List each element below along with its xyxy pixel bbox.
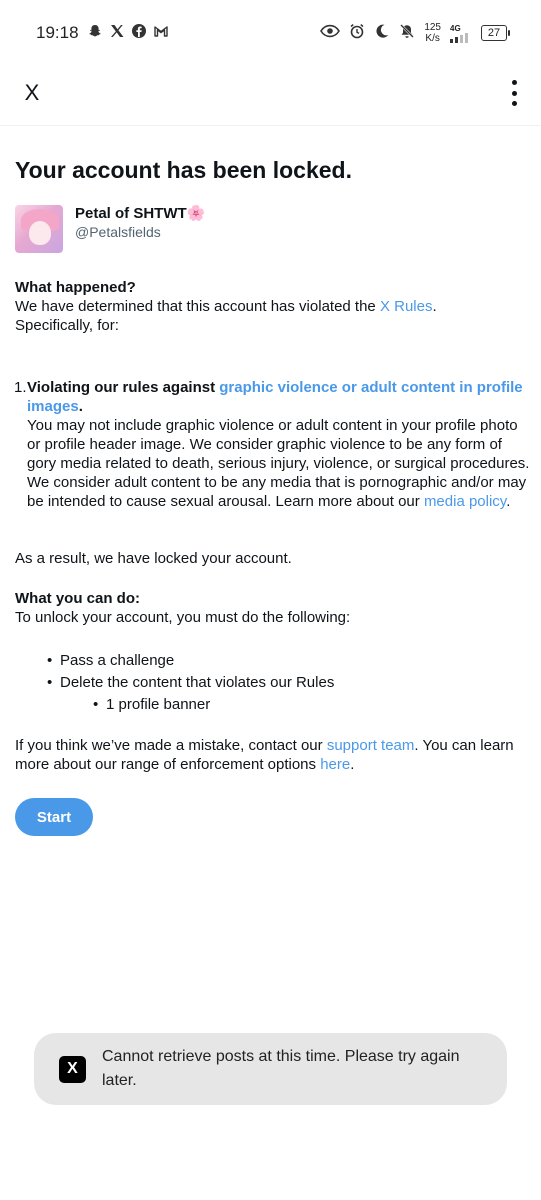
facebook-icon <box>131 23 147 44</box>
list-item: Delete the content that violates our Rul… <box>47 673 530 714</box>
moon-icon <box>374 23 390 44</box>
unlock-steps-list: Pass a challenge Delete the content that… <box>15 651 530 714</box>
what-happened-text: We have determined that this account has… <box>15 298 437 334</box>
network-speed: 125 K/s <box>424 22 441 44</box>
mistake-text: If you think we’ve made a mistake, conta… <box>15 737 514 773</box>
violation-item: 1. Violating our rules against graphic v… <box>14 379 530 510</box>
what-you-can-do-section: What you can do: To unlock your account,… <box>15 589 530 627</box>
x-icon <box>109 23 125 44</box>
violations-list: 1. Violating our rules against graphic v… <box>14 378 530 511</box>
media-policy-link[interactable]: media policy <box>424 493 506 510</box>
status-bar: 19:18 125 K/s 4G 27 <box>0 0 541 66</box>
signal-icon: 4G <box>450 24 472 43</box>
gmail-icon <box>153 23 169 44</box>
unlock-instructions: To unlock your account, you must do the … <box>15 609 351 626</box>
mute-bell-icon <box>399 23 415 44</box>
page-title: Your account has been locked. <box>15 157 352 183</box>
profile-card: Petal of SHTWT🌸 @Petalsfields <box>15 205 530 253</box>
what-you-can-do-title: What you can do: <box>15 590 140 607</box>
clock: 19:18 <box>36 23 79 42</box>
profile-name: Petal of SHTWT🌸 <box>75 205 206 222</box>
eye-icon <box>320 23 341 44</box>
list-item: Pass a challenge <box>47 651 530 670</box>
alarm-icon <box>349 23 365 44</box>
x-rules-link[interactable]: X Rules <box>380 298 433 315</box>
avatar <box>15 205 63 253</box>
support-team-link[interactable]: support team <box>327 737 415 754</box>
start-button[interactable]: Start <box>15 798 93 836</box>
snapchat-icon <box>87 23 103 44</box>
what-happened-title: What happened? <box>15 279 136 296</box>
toast-message: Cannot retrieve posts at this time. Plea… <box>102 1048 460 1089</box>
enforcement-options-link[interactable]: here <box>320 756 350 773</box>
result-text: As a result, we have locked your account… <box>15 550 292 567</box>
cherry-blossom-icon: 🌸 <box>186 205 206 222</box>
profile-handle: @Petalsfields <box>75 224 161 240</box>
locked-account-content: Your account has been locked. Petal of S… <box>14 126 530 836</box>
list-item: 1 profile banner <box>93 695 530 714</box>
battery-icon: 27 <box>481 25 510 41</box>
what-happened-section: What happened? We have determined that t… <box>15 278 530 335</box>
error-toast: X Cannot retrieve posts at this time. Pl… <box>34 1033 507 1105</box>
more-options-icon[interactable] <box>509 80 519 106</box>
close-button[interactable]: X <box>18 80 46 108</box>
app-bar: X <box>0 66 541 126</box>
x-logo-icon: X <box>59 1055 86 1083</box>
sub-steps-list: 1 profile banner <box>60 695 530 714</box>
